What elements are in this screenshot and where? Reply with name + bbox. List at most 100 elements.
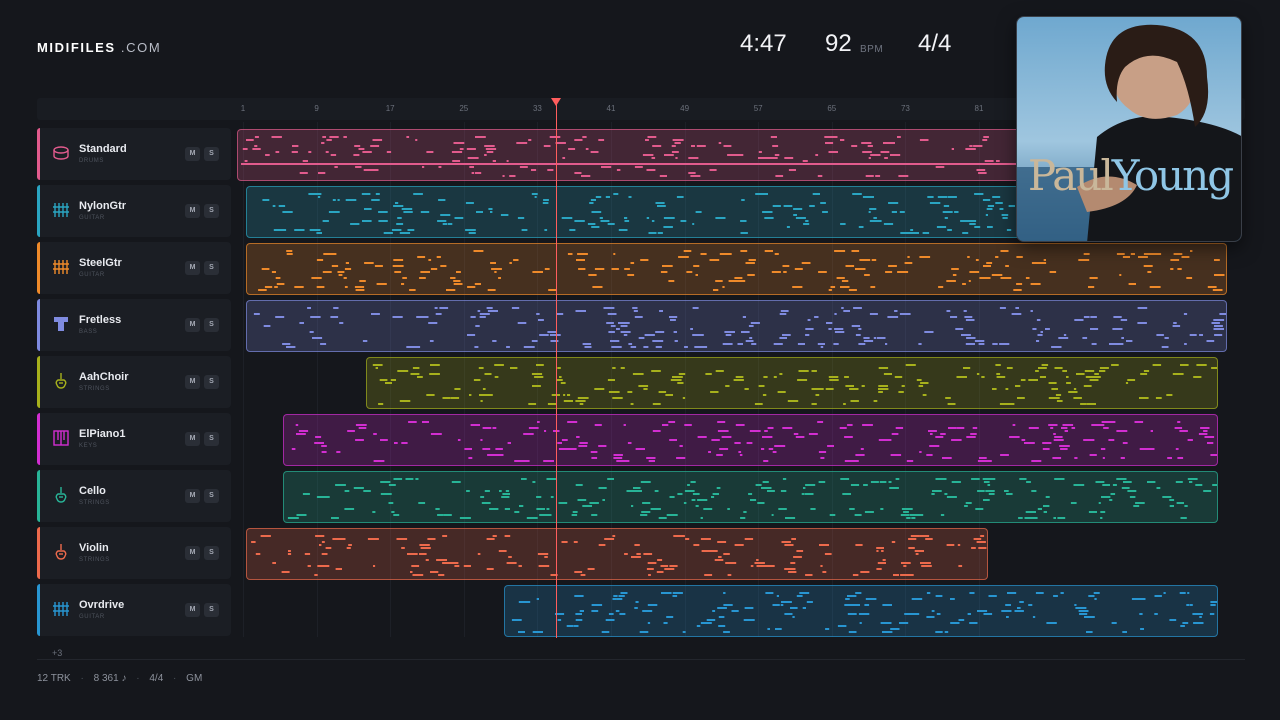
ruler-bar-label: 9	[314, 104, 319, 113]
track-color-stripe	[37, 470, 40, 522]
tempo-value: 92	[825, 30, 852, 57]
track-color-stripe	[37, 584, 40, 636]
solo-button[interactable]: S	[204, 432, 219, 446]
track-clip-ovrdrive[interactable]	[503, 585, 1219, 637]
solo-button[interactable]: S	[204, 489, 219, 503]
solo-button[interactable]: S	[204, 318, 219, 332]
more-tracks-indicator[interactable]: +3	[52, 648, 62, 658]
mute-button[interactable]: M	[185, 489, 200, 503]
bass-icon	[52, 315, 70, 333]
track-header-cello[interactable]: Cello STRINGS M S	[37, 470, 231, 522]
track-category: GUITAR	[79, 215, 105, 221]
track-clip-aahchoir[interactable]	[365, 357, 1219, 409]
track-clip-elpiano1[interactable]	[283, 414, 1219, 466]
ruler-bar-label: 33	[532, 104, 542, 113]
track-name: Fretless	[79, 314, 122, 326]
track-clip-steelgtr[interactable]	[246, 243, 1228, 295]
track-color-stripe	[37, 185, 40, 237]
keyboard-icon	[52, 429, 70, 447]
track-header-ovrdrive[interactable]: Ovrdrive GUITAR M S	[37, 584, 231, 636]
note-pattern	[511, 592, 1218, 633]
solo-button[interactable]: S	[204, 603, 219, 617]
solo-button[interactable]: S	[204, 261, 219, 275]
track-name: Cello	[79, 485, 106, 497]
track-color-stripe	[37, 128, 40, 180]
track-header-aahchoir[interactable]: AahChoir STRINGS M S	[37, 356, 231, 408]
guitar-grid-icon	[52, 201, 70, 219]
note-pattern	[254, 307, 1227, 348]
album-cover: PaulYoung	[1016, 16, 1242, 242]
track-header-nylongtr[interactable]: NylonGtr GUITAR M S	[37, 185, 231, 237]
note-count: 8 361 ♪	[93, 673, 127, 684]
track-color-stripe	[37, 527, 40, 579]
solo-button[interactable]: S	[204, 375, 219, 389]
track-header-steelgtr[interactable]: SteelGtr GUITAR M S	[37, 242, 231, 294]
track-clip-fretless[interactable]	[246, 300, 1228, 352]
track-color-stripe	[37, 299, 40, 351]
guitar-grid-icon	[52, 258, 70, 276]
track-count: 12 TRK	[37, 673, 71, 684]
track-name: AahChoir	[79, 371, 129, 383]
track-category: BASS	[79, 329, 98, 335]
ruler-bar-label: 65	[827, 104, 837, 113]
footer-divider	[37, 659, 1245, 660]
album-artist-first: Paul	[1027, 151, 1114, 200]
track-header-fretless[interactable]: Fretless BASS M S	[37, 299, 231, 351]
track-category: DRUMS	[79, 158, 104, 164]
note-pattern	[372, 364, 1218, 405]
separator-dot: ·	[173, 673, 177, 684]
solo-button[interactable]: S	[204, 546, 219, 560]
track-name: ElPiano1	[79, 428, 126, 440]
track-name: SteelGtr	[79, 257, 122, 269]
track-category: GUITAR	[79, 272, 105, 278]
footer-stats: 12 TRK · 8 361 ♪ · 4/4 · GM	[37, 673, 209, 684]
mute-button[interactable]: M	[185, 147, 200, 161]
track-color-stripe	[37, 242, 40, 294]
track-header-violin[interactable]: Violin STRINGS M S	[37, 527, 231, 579]
track-clip-cello[interactable]	[283, 471, 1219, 523]
solo-button[interactable]: S	[204, 204, 219, 218]
track-name: Standard	[79, 143, 127, 155]
note-pattern	[291, 421, 1218, 462]
song-duration: 4:47	[740, 30, 787, 57]
track-category: GUITAR	[79, 614, 105, 620]
album-artist-last: Young	[1111, 151, 1234, 200]
logo: MIDIFILES .COM	[37, 40, 162, 55]
track-category: STRINGS	[79, 500, 110, 506]
tempo-unit: BPM	[860, 44, 884, 55]
track-header-standard[interactable]: Standard DRUMS M S	[37, 128, 231, 180]
mute-button[interactable]: M	[185, 261, 200, 275]
track-category: STRINGS	[79, 557, 110, 563]
ruler-bar-label: 41	[606, 104, 616, 113]
midi-format: GM	[186, 673, 203, 684]
track-header-elpiano1[interactable]: ElPiano1 KEYS M S	[37, 413, 231, 465]
ruler-bar-label: 73	[900, 104, 910, 113]
track-category: KEYS	[79, 443, 98, 449]
ruler-bar-label: 1	[240, 104, 246, 113]
ruler-bar-label: 57	[753, 104, 763, 113]
note-pattern	[258, 250, 1225, 291]
guitar-grid-icon	[52, 600, 70, 618]
playhead[interactable]	[555, 104, 557, 638]
track-name: Ovrdrive	[79, 599, 125, 611]
mute-button[interactable]: M	[185, 318, 200, 332]
ruler-bar-label: 81	[974, 104, 984, 113]
note-pattern	[251, 535, 987, 576]
track-color-stripe	[37, 413, 40, 465]
mute-button[interactable]: M	[185, 546, 200, 560]
track-name: NylonGtr	[79, 200, 127, 212]
track-clip-violin[interactable]	[246, 528, 989, 580]
ruler-bar-label: 25	[459, 104, 469, 113]
mute-button[interactable]: M	[185, 603, 200, 617]
mute-button[interactable]: M	[185, 432, 200, 446]
violin-icon	[52, 486, 70, 504]
ruler-bar-label: 17	[385, 104, 395, 113]
separator-dot: ·	[136, 673, 140, 684]
violin-icon	[52, 372, 70, 390]
mute-button[interactable]: M	[185, 375, 200, 389]
mute-button[interactable]: M	[185, 204, 200, 218]
track-color-stripe	[37, 356, 40, 408]
track-name: Violin	[79, 542, 109, 554]
note-pattern	[287, 478, 1218, 519]
solo-button[interactable]: S	[204, 147, 219, 161]
